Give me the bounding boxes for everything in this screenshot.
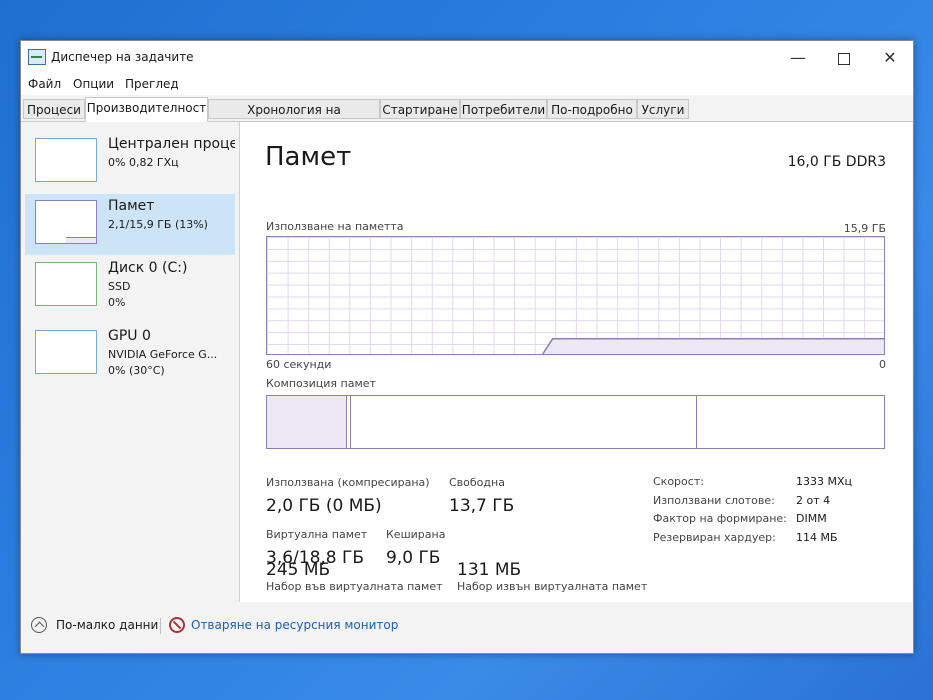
cached-label: Кеширана bbox=[386, 528, 446, 541]
sidebar-item-detail-2: 0% (30°C) bbox=[108, 364, 165, 377]
memory-total: 16,0 ГБ DDR3 bbox=[787, 154, 886, 170]
sidebar-item-label: Памет bbox=[108, 198, 155, 214]
time-axis-end: 0 bbox=[879, 358, 886, 371]
cached-value: 9,0 ГБ bbox=[386, 548, 441, 568]
composition-standby bbox=[351, 396, 697, 448]
usage-label: Използване на паметта bbox=[266, 220, 404, 233]
composition-in-use bbox=[267, 396, 347, 448]
sidebar-item-detail-2: 0% bbox=[108, 296, 126, 309]
time-axis-start: 60 секунди bbox=[266, 358, 332, 371]
title-bar[interactable]: Диспечер на задачите — ✕ bbox=[21, 41, 913, 75]
usage-area bbox=[542, 338, 884, 354]
menu-options[interactable]: Опции bbox=[73, 77, 114, 91]
tab-app-history[interactable]: Хронология на приложение bbox=[208, 99, 380, 137]
in-use-value: 2,0 ГБ (0 МБ) bbox=[266, 496, 382, 516]
task-manager-window: Диспечер на задачите — ✕ Файл Опции Прег… bbox=[20, 40, 914, 654]
sidebar-item-cpu[interactable]: Централен проце 0% 0,82 ГХц bbox=[25, 132, 235, 193]
cpu-thumbnail bbox=[35, 138, 97, 182]
menu-bar: Файл Опции Преглед bbox=[21, 75, 913, 95]
sidebar-item-label: Централен проце bbox=[108, 136, 235, 152]
open-resource-monitor-link[interactable]: Отваряне на ресурсния монитор bbox=[191, 618, 398, 632]
nonpaged-pool-label: Набор извън виртуалната памет bbox=[457, 580, 648, 593]
available-label: Свободна bbox=[449, 476, 505, 489]
form-factor-label: Фактор на формиране: bbox=[653, 512, 787, 525]
available-value: 13,7 ГБ bbox=[449, 496, 515, 516]
memory-panel: Памет 16,0 ГБ DDR3 Използване на паметта… bbox=[240, 122, 912, 602]
memory-composition-bar bbox=[266, 395, 885, 449]
fewer-details-link[interactable]: По-малко данни bbox=[56, 618, 158, 632]
speed-label: Скорост: bbox=[653, 475, 704, 488]
paged-pool-value: 245 МБ bbox=[266, 560, 331, 580]
task-manager-icon bbox=[28, 49, 46, 65]
chevron-up-icon[interactable] bbox=[31, 617, 47, 633]
minimize-button[interactable]: — bbox=[775, 41, 821, 75]
tab-services[interactable]: Услуги bbox=[637, 99, 689, 119]
reserved-label: Резервиран хардуер: bbox=[653, 531, 776, 544]
sidebar-item-memory[interactable]: Памет 2,1/15,9 ГБ (13%) bbox=[25, 194, 235, 255]
memory-thumbnail bbox=[35, 200, 97, 244]
committed-label: Виртуална памет bbox=[266, 528, 368, 541]
memory-thumbnail-fill bbox=[66, 237, 96, 243]
footer-divider bbox=[160, 618, 161, 634]
maximize-button[interactable] bbox=[821, 41, 867, 75]
sidebar-item-detail: 2,1/15,9 ГБ (13%) bbox=[108, 218, 208, 231]
memory-usage-svg bbox=[542, 338, 884, 354]
tab-processes[interactable]: Процеси bbox=[23, 99, 85, 119]
maximize-icon bbox=[838, 52, 850, 65]
close-button[interactable]: ✕ bbox=[867, 41, 913, 75]
speed-value: 1333 MХц bbox=[796, 475, 853, 488]
nonpaged-pool-value: 131 МБ bbox=[457, 560, 522, 580]
sidebar-item-detail: NVIDIA GeForce G... bbox=[108, 348, 218, 361]
window-title: Диспечер на задачите bbox=[51, 50, 194, 64]
tab-performance[interactable]: Производителност bbox=[85, 97, 208, 122]
sidebar-item-label: GPU 0 bbox=[108, 328, 151, 344]
disk-thumbnail bbox=[35, 262, 97, 306]
slots-value: 2 от 4 bbox=[796, 494, 831, 507]
composition-label: Композиция памет bbox=[266, 377, 376, 390]
composition-free bbox=[697, 396, 884, 448]
menu-view[interactable]: Преглед bbox=[125, 77, 179, 91]
tab-users[interactable]: Потребители bbox=[460, 99, 547, 119]
usage-max: 15,9 ГБ bbox=[843, 222, 886, 235]
form-factor-value: DIMM bbox=[796, 512, 827, 525]
sidebar-item-detail: 0% 0,82 ГХц bbox=[108, 156, 179, 169]
slots-label: Използвани слотове: bbox=[653, 494, 775, 507]
reserved-value: 114 МБ bbox=[796, 531, 838, 544]
memory-usage-graph bbox=[266, 236, 885, 355]
footer-bar: По-малко данни Отваряне на ресурсния мон… bbox=[21, 604, 913, 652]
paged-pool-label: Набор във виртуалната памет bbox=[266, 580, 443, 593]
sidebar-item-gpu[interactable]: GPU 0 NVIDIA GeForce G... 0% (30°C) bbox=[25, 324, 235, 385]
sidebar-item-label: Диск 0 (C:) bbox=[108, 260, 188, 276]
page-title: Памет bbox=[265, 142, 352, 172]
resource-sidebar: Централен проце 0% 0,82 ГХц Памет 2,1/15… bbox=[21, 122, 240, 602]
in-use-label: Използвана (компресирана) bbox=[266, 476, 430, 489]
resource-monitor-icon[interactable] bbox=[169, 617, 185, 633]
tab-startup[interactable]: Стартиране bbox=[380, 99, 460, 119]
sidebar-item-disk[interactable]: Диск 0 (C:) SSD 0% bbox=[25, 256, 235, 317]
tab-bar: Процеси Производителност Хронология на п… bbox=[21, 97, 913, 137]
menu-file[interactable]: Файл bbox=[28, 77, 61, 91]
sidebar-item-detail: SSD bbox=[108, 280, 131, 293]
tab-details[interactable]: По-подробно bbox=[547, 99, 637, 119]
gpu-thumbnail bbox=[35, 330, 97, 374]
